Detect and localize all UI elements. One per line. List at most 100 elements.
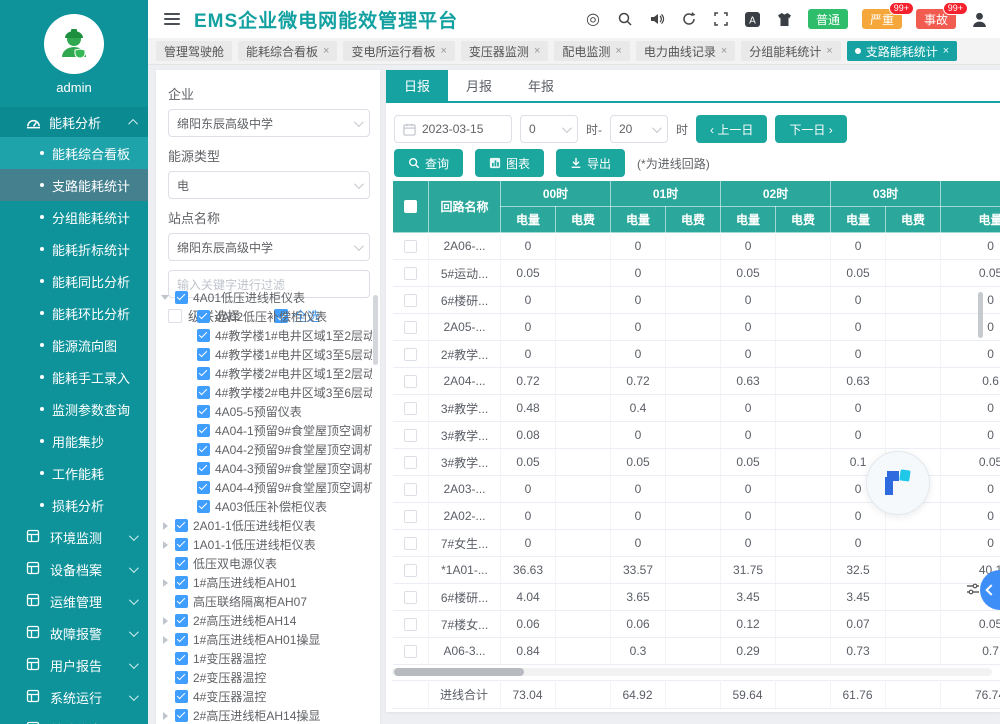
tab-chip[interactable]: 支路能耗统计×	[847, 41, 957, 61]
row-checkbox[interactable]	[404, 321, 417, 334]
row-checkbox[interactable]	[404, 456, 417, 469]
arrow-down-icon[interactable]	[160, 295, 170, 300]
tree-checkbox[interactable]	[197, 329, 210, 342]
tree-node[interactable]: 2#变压器温控	[160, 668, 372, 687]
sidebar-item-current[interactable]: 支路能耗统计	[0, 169, 148, 201]
tree-node[interactable]: 4#变压器温控	[160, 687, 372, 706]
vertical-scrollbar[interactable]	[978, 292, 983, 338]
tree-node[interactable]: 4A02低压补偿柜仪表	[160, 307, 372, 326]
arrow-right-icon[interactable]	[160, 617, 170, 625]
sidebar-group-故障报警[interactable]: 故障报警	[0, 617, 148, 649]
tree-checkbox[interactable]	[175, 538, 188, 551]
next-day-button[interactable]: 下一日 ›	[775, 115, 846, 143]
sidebar-item-menu[interactable]: 工作能耗	[0, 457, 148, 489]
translate-icon[interactable]: A	[744, 10, 762, 28]
report-tab-年报[interactable]: 年报	[510, 70, 572, 101]
tree-checkbox[interactable]	[175, 633, 188, 646]
sidebar-group-设备档案[interactable]: 设备档案	[0, 553, 148, 585]
date-picker[interactable]: 2023-03-15	[394, 115, 512, 143]
tree-node[interactable]: 4A05-5预留仪表	[160, 402, 372, 421]
tree-node[interactable]: 4#教学楼1#电井区域3至5层动力仪表	[160, 345, 372, 364]
close-icon[interactable]: ×	[534, 45, 540, 57]
theme-icon[interactable]	[776, 10, 794, 28]
tree-node[interactable]: 4A04-4预留9#食堂屋顶空调机组仪表	[160, 478, 372, 497]
hour-from-select[interactable]: 0	[520, 115, 578, 143]
tree-checkbox[interactable]	[175, 671, 188, 684]
tab-chip[interactable]: 变电所运行看板×	[343, 41, 454, 61]
tree-node[interactable]: 4A03低压补偿柜仪表	[160, 497, 372, 516]
sidebar-group-用户报告[interactable]: 用户报告	[0, 649, 148, 681]
tree-node[interactable]: 4A04-3预留9#食堂屋顶空调机组仪表	[160, 459, 372, 478]
tree-node[interactable]: 4A04-1预留9#食堂屋顶空调机组仪表	[160, 421, 372, 440]
sidebar-item-menu[interactable]: 损耗分析	[0, 489, 148, 521]
arrow-right-icon[interactable]	[160, 579, 170, 587]
sidebar-item-menu[interactable]: 能源流向图	[0, 329, 148, 361]
select-all-rows-checkbox[interactable]	[404, 200, 417, 213]
tab-chip[interactable]: 变压器监测×	[461, 41, 548, 61]
sidebar-group-energy-analysis[interactable]: 能耗分析	[0, 107, 148, 137]
tab-chip[interactable]: 分组能耗统计×	[741, 41, 840, 61]
row-checkbox[interactable]	[404, 645, 417, 658]
tree-node[interactable]: 4A01低压进线柜仪表	[160, 288, 372, 307]
arrow-right-icon[interactable]	[160, 636, 170, 644]
sidebar-item-menu[interactable]: 监测参数查询	[0, 393, 148, 425]
tree-node[interactable]: 高压联络隔离柜AH07	[160, 592, 372, 611]
menu-toggle-icon[interactable]	[164, 13, 180, 25]
close-icon[interactable]: ×	[440, 45, 446, 57]
arrow-right-icon[interactable]	[160, 522, 170, 530]
search-icon[interactable]	[616, 10, 634, 28]
row-checkbox[interactable]	[404, 483, 417, 496]
tree-node[interactable]: 2#高压进线柜AH14操显	[160, 706, 372, 724]
report-tab-月报[interactable]: 月报	[448, 70, 510, 101]
refresh-icon[interactable]	[680, 10, 698, 28]
export-button[interactable]: 导出	[556, 149, 625, 177]
tree-checkbox[interactable]	[175, 576, 188, 589]
hour-to-select[interactable]: 20	[610, 115, 668, 143]
row-checkbox[interactable]	[404, 618, 417, 631]
close-icon[interactable]: ×	[826, 45, 832, 57]
tree-checkbox[interactable]	[175, 652, 188, 665]
tree-node[interactable]: 4#教学楼2#电井区域3至6层动力仪表	[160, 383, 372, 402]
tree-checkbox[interactable]	[175, 690, 188, 703]
chart-button[interactable]: 图表	[475, 149, 544, 177]
tree-node[interactable]: 2#高压进线柜AH14	[160, 611, 372, 630]
tree-node[interactable]: 1#变压器温控	[160, 649, 372, 668]
alarm-badge-normal[interactable]: 普通	[808, 9, 848, 29]
tree-node[interactable]: 4#教学楼2#电井区域1至2层动力仪表	[160, 364, 372, 383]
row-checkbox[interactable]	[404, 375, 417, 388]
sidebar-group-运维管理[interactable]: 运维管理	[0, 585, 148, 617]
tree-checkbox[interactable]	[175, 595, 188, 608]
sidebar-item-menu[interactable]: 能耗折标统计	[0, 233, 148, 265]
row-checkbox[interactable]	[404, 510, 417, 523]
tree-node[interactable]: 1A01-1低压进线柜仪表	[160, 535, 372, 554]
site-select[interactable]: 绵阳东辰高级中学	[168, 233, 370, 261]
filter-settings-icon[interactable]	[966, 582, 980, 601]
sidebar-group-环境监测[interactable]: 环境监测	[0, 521, 148, 553]
tree-checkbox[interactable]	[175, 291, 188, 304]
tab-chip[interactable]: 配电监测×	[554, 41, 629, 61]
tree-checkbox[interactable]	[197, 462, 210, 475]
close-icon[interactable]: ×	[721, 45, 727, 57]
tree-node[interactable]: 2A01-1低压进线柜仪表	[160, 516, 372, 535]
tree-node[interactable]: 4A04-2预留9#食堂屋顶空调机组仪表	[160, 440, 372, 459]
query-button[interactable]: 查询	[394, 149, 463, 177]
close-icon[interactable]: ×	[323, 45, 329, 57]
user-icon[interactable]	[970, 10, 988, 28]
sidebar-item-menu[interactable]: 能耗综合看板	[0, 137, 148, 169]
alarm-badge-accident[interactable]: 事故99+	[916, 9, 956, 29]
sidebar-item-menu[interactable]: 能耗同比分析	[0, 265, 148, 297]
row-checkbox[interactable]	[404, 429, 417, 442]
volume-icon[interactable]	[648, 10, 666, 28]
fullscreen-icon[interactable]	[712, 10, 730, 28]
tree-checkbox[interactable]	[197, 424, 210, 437]
tree-checkbox[interactable]	[197, 443, 210, 456]
row-checkbox[interactable]	[404, 240, 417, 253]
tree-node[interactable]: 1#高压进线柜AH01	[160, 573, 372, 592]
row-checkbox[interactable]	[404, 537, 417, 550]
sidebar-item-menu[interactable]: 能耗手工录入	[0, 361, 148, 393]
sidebar-item-menu[interactable]: 能耗环比分析	[0, 297, 148, 329]
tree-checkbox[interactable]	[197, 386, 210, 399]
sidebar-item-menu[interactable]: 用能集抄	[0, 425, 148, 457]
energy-type-select[interactable]: 电	[168, 171, 370, 199]
sidebar-group-基础信息[interactable]: 基础信息	[0, 713, 148, 724]
